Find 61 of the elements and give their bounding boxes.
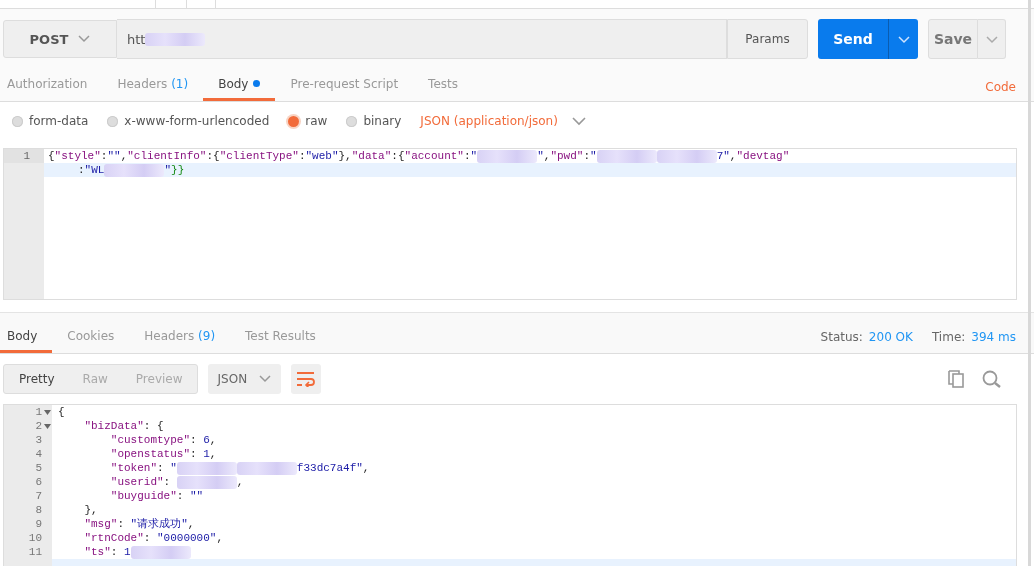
- content-type-dropdown[interactable]: JSON (application/json): [420, 114, 586, 128]
- wrap-lines-button[interactable]: [291, 364, 322, 394]
- search-icon[interactable]: [982, 370, 1002, 388]
- line-number: 2: [34, 419, 42, 433]
- status-label: Status:: [820, 330, 863, 344]
- request-tab[interactable]: Headers (1): [102, 69, 204, 101]
- body-type-radio[interactable]: binary: [346, 114, 402, 128]
- code-link[interactable]: Code: [985, 80, 1016, 94]
- params-button[interactable]: Params: [727, 19, 808, 59]
- chevron-down-icon: [985, 35, 998, 44]
- request-tab[interactable]: Body: [203, 69, 276, 101]
- code-line: "msg": "请求成功",: [83, 517, 195, 531]
- line-number: 7: [34, 489, 42, 503]
- wrap-lines-icon: [296, 371, 317, 387]
- request-tab[interactable]: Pre-request Script: [275, 69, 414, 101]
- response-tab[interactable]: Cookies: [52, 321, 130, 353]
- code-line: "buyguide": "": [109, 489, 204, 503]
- code-line: {: [57, 405, 65, 419]
- url-field[interactable]: htt: [117, 19, 727, 59]
- status-value: 200 OK: [868, 330, 913, 344]
- body-type-radio[interactable]: raw: [288, 114, 328, 128]
- line-number: 9: [34, 517, 42, 531]
- body-type-radio[interactable]: x-www-form-urlencoded: [107, 114, 270, 128]
- code-line: "token": " f33dc7a4f",: [109, 461, 370, 475]
- request-body-editor[interactable]: 1 {"style":"","clientInfo":{"clientType":"web"},"data":{"account":" ","pwd":" 7","devtag" :"WL "}}: [3, 148, 1017, 300]
- request-tab[interactable]: Authorization: [0, 69, 103, 101]
- method-dropdown[interactable]: POST: [3, 20, 117, 58]
- chevron-down-icon: [571, 116, 586, 126]
- line-number: 11: [27, 545, 42, 559]
- format-dropdown[interactable]: JSON: [207, 364, 282, 394]
- code-line: {"style":"","clientInfo":{"clientType":"web"},"data":{"account":" ","pwd":" 7","devtag": [47, 149, 790, 163]
- chevron-down-icon: [259, 375, 272, 383]
- view-mode-option[interactable]: Pretty: [4, 365, 69, 393]
- line-number: 3: [34, 433, 42, 447]
- code-line: "openstatus": 1,: [109, 447, 217, 461]
- response-tab[interactable]: Headers (9): [129, 321, 231, 353]
- line-number: 4: [34, 447, 42, 461]
- time-value: 394 ms: [971, 330, 1016, 344]
- response-tab[interactable]: Test Results: [230, 321, 331, 353]
- request-tab[interactable]: Tests: [413, 69, 473, 101]
- send-button[interactable]: Send: [818, 19, 888, 59]
- time-label: Time:: [931, 330, 966, 344]
- response-tab[interactable]: Body: [0, 321, 53, 353]
- code-line: },: [83, 503, 98, 517]
- code-line: "customtype": 6,: [109, 433, 217, 447]
- line-number: 8: [34, 503, 42, 517]
- save-button[interactable]: Save: [928, 19, 978, 59]
- body-type-radio[interactable]: form-data: [12, 114, 89, 128]
- line-number: 1: [34, 405, 42, 419]
- send-options-button[interactable]: [888, 19, 918, 59]
- line-number: 10: [27, 531, 42, 545]
- code-line: "rtnCode": "0000000",: [83, 531, 224, 545]
- chevron-down-icon: [897, 35, 910, 44]
- chevron-down-icon: [78, 35, 91, 43]
- line-number: 6: [34, 475, 42, 489]
- url-text: htt: [127, 31, 146, 47]
- code-line: "bizData": {: [83, 419, 164, 433]
- code-line: "userid": ,: [109, 475, 244, 489]
- line-number: 5: [34, 461, 42, 475]
- line-number: 1: [23, 150, 30, 162]
- copy-icon[interactable]: [948, 370, 966, 388]
